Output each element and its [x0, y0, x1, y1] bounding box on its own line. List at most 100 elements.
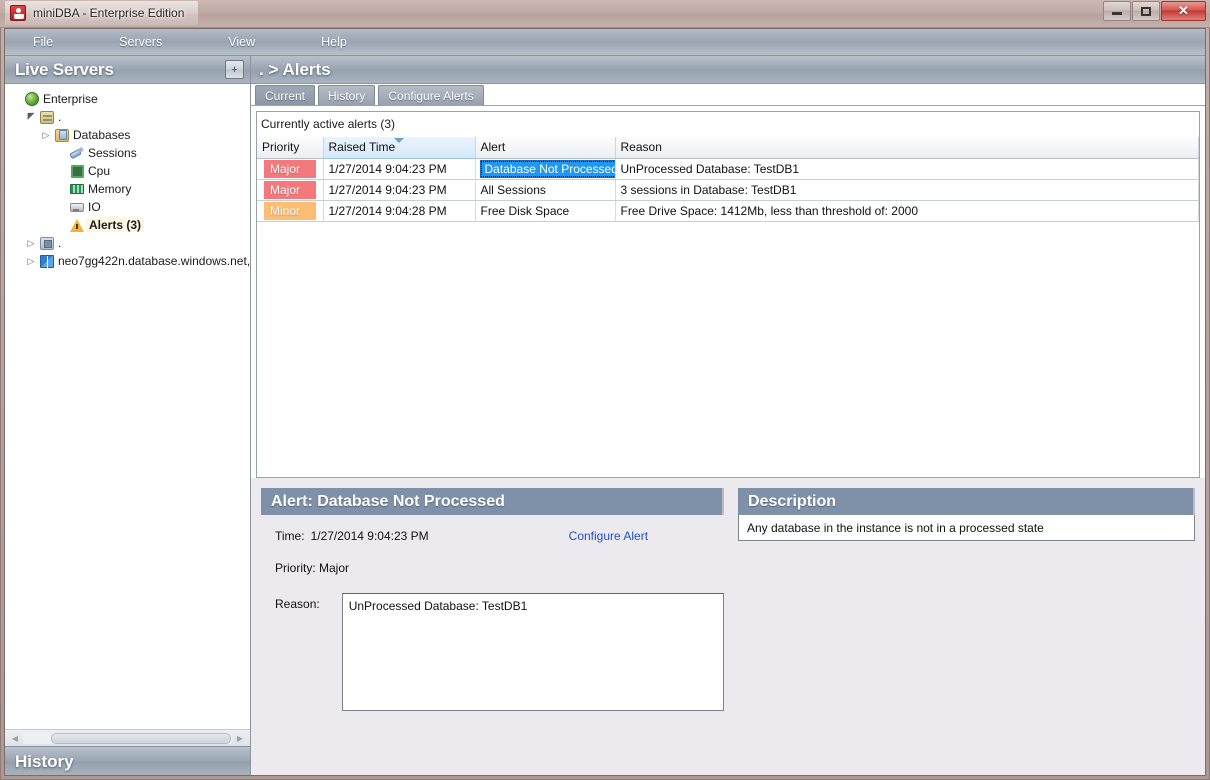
minimize-button[interactable] — [1103, 1, 1131, 21]
description-panel: Description Any database in the instance… — [738, 488, 1195, 775]
alert-reason-textbox[interactable]: UnProcessed Database: TestDB1 — [341, 593, 724, 711]
alerts-table[interactable]: Priority Raised Time Alert Reason Major 1/27… — [257, 137, 1199, 222]
scroll-right-icon[interactable]: ▶ — [232, 734, 248, 743]
minidba-icon — [10, 5, 26, 21]
tree-item-label: . — [58, 110, 62, 124]
server-stack-icon — [38, 236, 56, 250]
tab-configure-alerts[interactable]: Configure Alerts — [378, 85, 484, 105]
alert-detail-title: Alert: Database Not Processed — [271, 492, 505, 510]
selected-cell[interactable]: Database Not Processed — [479, 159, 614, 178]
globe-icon-glyph — [25, 92, 39, 106]
tree-item-label: Alerts (3) — [86, 218, 145, 232]
alert-priority-row: Priority: Major — [275, 561, 724, 575]
history-title: History — [15, 751, 74, 771]
cell-reason[interactable]: 3 sessions in Database: TestDB1 — [615, 179, 1199, 201]
window-title: miniDBA - Enterprise Edition — [33, 6, 185, 20]
scroll-track[interactable] — [23, 732, 232, 744]
scroll-left-icon[interactable]: ◀ — [7, 734, 23, 743]
tree-item-label: Databases — [73, 128, 131, 142]
sidebar-horizontal-scrollbar[interactable]: ◀ ▶ — [5, 729, 250, 746]
expand-arrow-icon[interactable]: ▷ — [24, 234, 38, 252]
priority-badge: Major — [264, 180, 316, 199]
tree-item-[interactable]: ◢. — [5, 108, 250, 126]
cell-reason[interactable]: Free Drive Space: 1412Mb, less than thre… — [615, 200, 1199, 222]
expand-arrow-icon[interactable]: ▷ — [24, 252, 38, 270]
alert-time-label: Time: — [275, 529, 305, 543]
alert-detail-header: Alert: Database Not Processed — [261, 488, 724, 515]
alert-reason-label: Reason: — [275, 597, 320, 611]
cell-raised-time[interactable]: 1/27/2014 9:04:23 PM — [323, 158, 476, 180]
menu-item-file[interactable]: File — [23, 35, 63, 49]
collapse-arrow-icon[interactable]: ◢ — [24, 108, 38, 126]
menu-item-help[interactable]: Help — [311, 35, 357, 49]
table-row[interactable]: Major 1/27/2014 9:04:23 PM Database Not Pr… — [257, 158, 1199, 180]
tab-history[interactable]: History — [318, 85, 376, 105]
cell-priority[interactable]: Major — [257, 158, 324, 180]
column-header-alert[interactable]: Alert — [475, 137, 616, 159]
alert-detail-panel: Alert: Database Not Processed Time: 1/27… — [261, 488, 724, 775]
priority-badge: Major — [264, 159, 316, 178]
cell-priority[interactable]: Major — [257, 179, 324, 201]
menu-item-servers[interactable]: Servers — [109, 35, 172, 49]
column-header-priority[interactable]: Priority — [257, 137, 324, 159]
close-button[interactable]: ✕ — [1161, 1, 1206, 21]
tab-current[interactable]: Current — [255, 85, 316, 105]
table-header-row: Priority Raised Time Alert Reason — [257, 137, 1199, 159]
history-panel-header[interactable]: History — [5, 746, 250, 775]
cell-priority[interactable]: Minor — [257, 200, 324, 222]
expand-arrow-icon[interactable]: ▷ — [39, 126, 53, 144]
cell-raised-time[interactable]: 1/27/2014 9:04:23 PM — [323, 179, 476, 201]
main-panel: . > Alerts Current History Configure Alert… — [251, 56, 1205, 775]
server-tree[interactable]: Enterprise ◢. ▷ Databases Sessions Cpu Memory I… — [5, 84, 250, 729]
breadcrumb: . > Alerts — [259, 59, 331, 79]
azure-icon-glyph — [40, 254, 54, 269]
tree-item-label: Cpu — [88, 164, 111, 178]
table-body: Major 1/27/2014 9:04:23 PM Database Not Pr… — [257, 158, 1199, 222]
title-bar: miniDBA - Enterprise Edition ✕ — [0, 0, 1210, 28]
table-row[interactable]: Major 1/27/2014 9:04:23 PM All Sessions 3 s… — [257, 179, 1199, 201]
tree-item-databases[interactable]: ▷ Databases — [5, 126, 250, 144]
tree-item-cpu[interactable]: Cpu — [5, 162, 250, 180]
add-server-button[interactable]: + — [225, 60, 244, 79]
tree-item-neo7gg422n-database-windows-net-1[interactable]: ▷ neo7gg422n.database.windows.net,1 — [5, 252, 250, 270]
tree-item-io[interactable]: IO — [5, 198, 250, 216]
tree-item-enterprise[interactable]: Enterprise — [5, 90, 250, 108]
description-text: Any database in the instance is not in a… — [738, 515, 1195, 541]
globe-icon — [23, 92, 41, 106]
tree-item-[interactable]: ▷. — [5, 234, 250, 252]
cpu-icon-glyph — [70, 164, 84, 178]
maximize-icon — [1141, 6, 1151, 16]
cell-raised-time[interactable]: 1/27/2014 9:04:28 PM — [323, 200, 476, 222]
warning-icon — [68, 218, 86, 232]
menu-item-view[interactable]: View — [218, 35, 265, 49]
tree-item-label: Enterprise — [43, 92, 98, 106]
tree-item-memory[interactable]: Memory — [5, 180, 250, 198]
tree-item-label: IO — [88, 200, 101, 214]
tree-item-label: Sessions — [88, 146, 137, 160]
alert-detail-body: Time: 1/27/2014 9:04:23 PM Configure Ale… — [261, 515, 724, 711]
cell-reason[interactable]: UnProcessed Database: TestDB1 — [615, 158, 1199, 180]
details-section: Alert: Database Not Processed Time: 1/27… — [251, 478, 1205, 775]
memory-icon — [68, 184, 86, 194]
main-header: . > Alerts — [251, 56, 1205, 84]
scroll-thumb[interactable] — [51, 732, 231, 744]
cell-alert[interactable]: Database Not Processed — [475, 158, 616, 180]
body-split: Live Servers + Enterprise ◢. ▷ Databases Ses… — [5, 56, 1205, 775]
cell-alert[interactable]: All Sessions — [475, 179, 616, 201]
tree-item-alerts-3[interactable]: Alerts (3) — [5, 216, 250, 234]
configure-alert-link[interactable]: Configure Alert — [569, 529, 648, 543]
alerts-grid-panel: Currently active alerts (3) Priority Rais… — [256, 111, 1200, 478]
grid-caption: Currently active alerts (3) — [257, 112, 1199, 137]
priority-badge: Minor — [264, 201, 316, 220]
tree-item-sessions[interactable]: Sessions — [5, 144, 250, 162]
column-header-raised-time[interactable]: Raised Time — [323, 137, 476, 159]
maximize-button[interactable] — [1132, 1, 1160, 21]
table-row[interactable]: Minor 1/27/2014 9:04:28 PM Free Disk Space… — [257, 200, 1199, 222]
cpu-icon — [68, 164, 86, 178]
column-header-reason[interactable]: Reason — [615, 137, 1199, 159]
databases-icon — [53, 128, 71, 142]
alert-reason-row: Reason: UnProcessed Database: TestDB1 — [275, 593, 724, 711]
cell-alert[interactable]: Free Disk Space — [475, 200, 616, 222]
databases-icon-glyph — [55, 128, 69, 142]
client-area: File Servers View Help Live Servers + En… — [4, 28, 1206, 776]
